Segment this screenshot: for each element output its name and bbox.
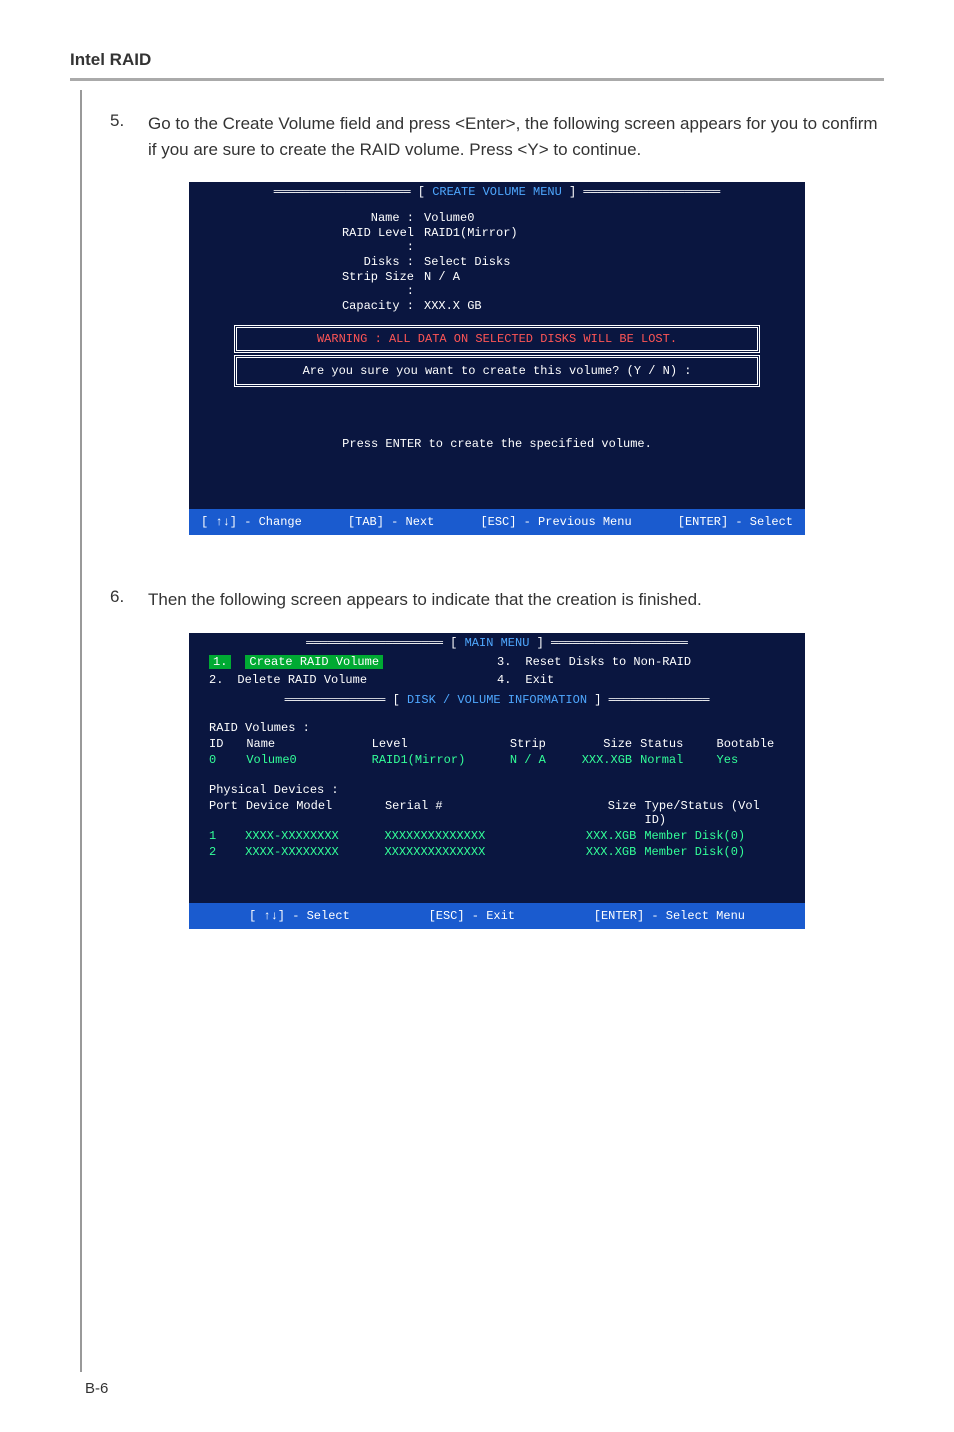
menu3-num: 3.: [497, 655, 511, 669]
cap-val: XXX.X GB: [424, 299, 482, 313]
raid-label: RAID Level :: [334, 226, 424, 254]
warning-box: WARNING : ALL DATA ON SELECTED DISKS WIL…: [234, 325, 760, 353]
header-rule: [70, 78, 884, 81]
menu2-label: Delete RAID Volume: [237, 673, 367, 687]
d1-serial: XXXXXXXXXXXXXX: [384, 829, 553, 843]
name-label: Name :: [334, 211, 424, 225]
col-size: Size: [554, 737, 632, 751]
col-status: Status: [640, 737, 708, 751]
d2-port: 2: [209, 845, 237, 859]
footer-next: [TAB] - Next: [348, 515, 434, 529]
bios2-footer: [ ↑↓] - Select [ESC] - Exit [ENTER] - Se…: [189, 903, 805, 929]
bios1-title: CREATE VOLUME MENU: [189, 182, 805, 202]
vol-name: Volume0: [246, 753, 363, 767]
strip-label: Strip Size :: [334, 270, 424, 298]
col-boot: Bootable: [717, 737, 785, 751]
side-line: [80, 90, 82, 1372]
step6-text: Then the following screen appears to ind…: [148, 587, 702, 613]
footer2-exit: [ESC] - Exit: [429, 909, 515, 923]
d1-port: 1: [209, 829, 237, 843]
footer2-menu: [ENTER] - Select Menu: [594, 909, 745, 923]
col-level: Level: [372, 737, 480, 751]
page-header: Intel RAID: [70, 50, 884, 70]
disks-label: Disks :: [334, 255, 424, 269]
page-number: B-6: [85, 1380, 108, 1397]
menu4-num: 4.: [497, 673, 511, 687]
disks-val: Select Disks: [424, 255, 510, 269]
step5-text: Go to the Create Volume field and press …: [148, 111, 884, 162]
phys-devices-header: Physical Devices :: [209, 783, 785, 797]
vol-boot: Yes: [717, 753, 785, 767]
d2-size: XXX.XGB: [561, 845, 636, 859]
vol-id: 0: [209, 753, 238, 767]
step6-num: 6.: [110, 587, 130, 613]
cap-label: Capacity :: [334, 299, 424, 313]
step5-num: 5.: [110, 111, 130, 162]
menu1-label: Create RAID Volume: [245, 655, 383, 669]
vol-strip: N / A: [487, 753, 546, 767]
raid-val: RAID1(Mirror): [424, 226, 518, 254]
d2-serial: XXXXXXXXXXXXXX: [384, 845, 553, 859]
footer-change: [ ↑↓] - Change: [201, 515, 302, 529]
menu1-num: 1.: [209, 655, 231, 669]
menu2-num: 2.: [209, 673, 223, 687]
bios1-footer: [ ↑↓] - Change [TAB] - Next [ESC] - Prev…: [189, 509, 805, 535]
vol-size: XXX.XGB: [554, 753, 632, 767]
disk-vol-section: DISK / VOLUME INFORMATION: [189, 693, 805, 707]
name-val: Volume0: [424, 211, 474, 225]
bios-create-volume: CREATE VOLUME MENU Name :Volume0 RAID Le…: [187, 180, 807, 537]
d2-type: Member Disk(0): [644, 845, 785, 859]
col-id: ID: [209, 737, 238, 751]
d1-size: XXX.XGB: [561, 829, 636, 843]
vol-level: RAID1(Mirror): [372, 753, 480, 767]
pcol-port: Port: [209, 799, 238, 827]
d1-type: Member Disk(0): [644, 829, 785, 843]
d2-model: XXXX-XXXXXXXX: [245, 845, 376, 859]
vol-status: Normal: [640, 753, 708, 767]
bios-main-menu: MAIN MENU 1. Create RAID Volume 3. Reset D…: [187, 631, 807, 931]
strip-val: N / A: [424, 270, 460, 298]
footer2-select: [ ↑↓] - Select: [249, 909, 350, 923]
col-name: Name: [246, 737, 363, 751]
bios2-title: MAIN MENU: [189, 633, 805, 653]
footer-select: [ENTER] - Select: [678, 515, 793, 529]
raid-volumes-header: RAID Volumes :: [209, 721, 785, 735]
pcol-type: Type/Status (Vol ID): [645, 799, 786, 827]
footer-prev: [ESC] - Previous Menu: [480, 515, 631, 529]
pcol-size: Size: [562, 799, 637, 827]
menu4-label: Exit: [525, 673, 554, 687]
pcol-serial: Serial #: [385, 799, 554, 827]
confirm-box: Are you sure you want to create this vol…: [234, 355, 760, 387]
help-text: Press ENTER to create the specified volu…: [204, 407, 790, 501]
menu3-label: Reset Disks to Non-RAID: [525, 655, 691, 669]
pcol-model: Device Model: [246, 799, 377, 827]
col-strip: Strip: [487, 737, 546, 751]
d1-model: XXXX-XXXXXXXX: [245, 829, 376, 843]
